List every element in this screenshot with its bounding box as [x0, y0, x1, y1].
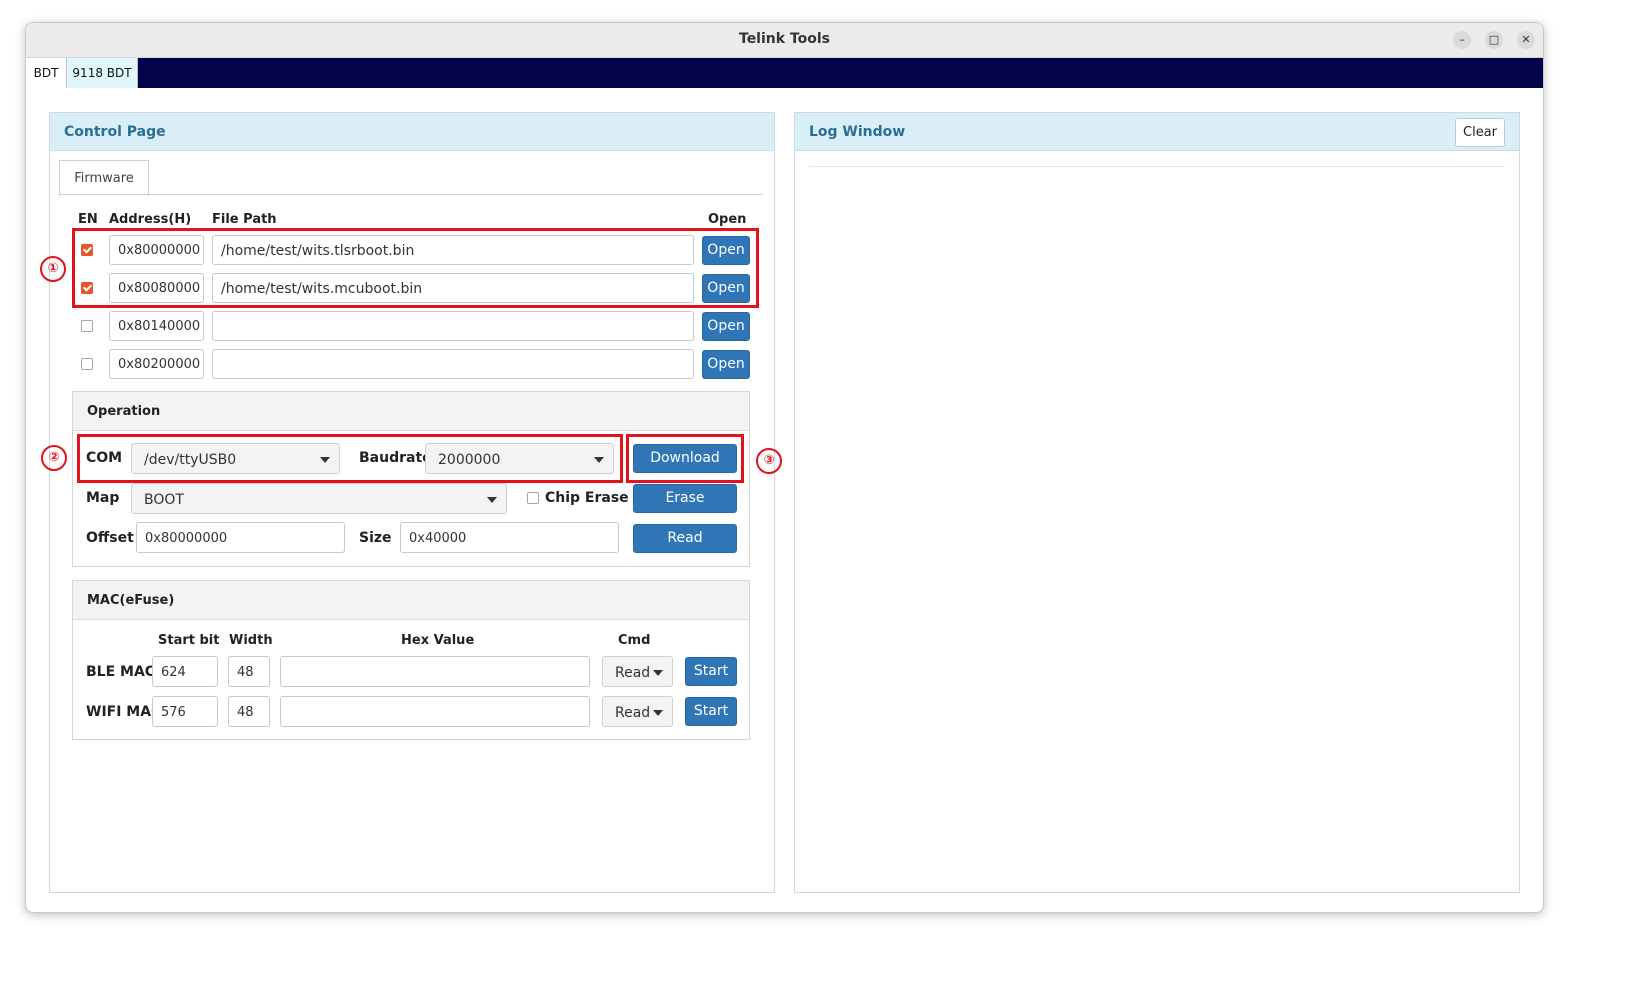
header-en: EN	[78, 212, 98, 227]
wifi-mac-cmd-value: Read	[615, 705, 651, 721]
wifi-mac-hex-input[interactable]	[280, 696, 590, 727]
row4-open-button[interactable]: Open	[702, 350, 750, 379]
row4-enable-checkbox[interactable]	[81, 358, 93, 370]
wifi-mac-cmd-select[interactable]: Read	[602, 696, 673, 727]
chip-erase-checkbox[interactable]	[527, 492, 539, 504]
chevron-down-icon	[653, 670, 663, 676]
log-window-header: Log Window Clear	[795, 113, 1519, 151]
row3-path-input[interactable]	[212, 311, 694, 341]
ble-mac-width-input[interactable]: 48	[228, 656, 270, 687]
header-width: Width	[229, 633, 273, 648]
title-bar: Telink Tools – □ ✕	[26, 23, 1543, 58]
annotation-box-files	[72, 228, 759, 308]
row3-enable-checkbox[interactable]	[81, 320, 93, 332]
offset-input[interactable]: 0x80000000	[136, 522, 345, 553]
map-value: BOOT	[144, 492, 184, 508]
tab-9118-bdt[interactable]: 9118 BDT	[67, 58, 138, 88]
log-window-title: Log Window	[809, 124, 906, 140]
header-open: Open	[708, 212, 747, 227]
annotation-marker-3: ③	[756, 448, 782, 474]
annotation-marker-2: ②	[41, 445, 67, 471]
ble-mac-cmd-select[interactable]: Read	[602, 656, 673, 687]
row4-address-input[interactable]: 0x80200000	[109, 349, 204, 379]
header-address: Address(H)	[109, 212, 192, 227]
ble-mac-cmd-value: Read	[615, 665, 651, 681]
wifi-mac-start-bit-input[interactable]: 576	[152, 696, 218, 727]
row4-path-input[interactable]	[212, 349, 694, 379]
size-label: Size	[359, 530, 392, 546]
subtab-divider	[59, 194, 763, 195]
operation-header: Operation	[73, 392, 749, 431]
tab-firmware[interactable]: Firmware	[59, 160, 149, 196]
chevron-down-icon	[653, 710, 663, 716]
header-start-bit: Start bit	[158, 633, 220, 648]
minimize-icon[interactable]: –	[1453, 31, 1471, 49]
ble-mac-start-bit-input[interactable]: 624	[152, 656, 218, 687]
mac-efuse-header: MAC(eFuse)	[73, 581, 749, 620]
wifi-mac-width-input[interactable]: 48	[228, 696, 270, 727]
mac-efuse-title: MAC(eFuse)	[87, 593, 175, 608]
wifi-mac-label: WIFI MAC	[86, 704, 162, 720]
annotation-box-com-baudrate	[77, 434, 623, 483]
row3-open-button[interactable]: Open	[702, 312, 750, 341]
size-input[interactable]: 0x40000	[400, 522, 619, 553]
log-text-area[interactable]	[809, 167, 1505, 878]
annotation-box-download	[626, 434, 744, 483]
log-window-panel: Log Window Clear	[794, 112, 1520, 893]
offset-label: Offset	[86, 530, 134, 546]
header-hex-value: Hex Value	[401, 633, 475, 648]
header-file-path: File Path	[212, 212, 277, 227]
wifi-mac-start-button[interactable]: Start	[685, 697, 737, 726]
chevron-down-icon	[487, 497, 497, 503]
annotation-marker-1: ①	[40, 256, 66, 282]
chip-erase-label: Chip Erase	[545, 490, 629, 506]
header-cmd: Cmd	[618, 633, 651, 648]
map-label: Map	[86, 490, 120, 506]
control-page-title: Control Page	[64, 124, 166, 140]
erase-button[interactable]: Erase	[633, 484, 737, 513]
operation-title: Operation	[87, 404, 161, 419]
window-title: Telink Tools	[739, 31, 830, 47]
close-icon[interactable]: ✕	[1517, 31, 1535, 49]
maximize-icon[interactable]: □	[1485, 31, 1503, 49]
clear-button[interactable]: Clear	[1455, 118, 1505, 147]
row3-address-input[interactable]: 0x80140000	[109, 311, 204, 341]
map-select[interactable]: BOOT	[131, 483, 507, 514]
ble-mac-label: BLE MAC	[86, 664, 156, 680]
read-button[interactable]: Read	[633, 524, 737, 553]
app-tab-bar: BDT 9118 BDT	[26, 58, 1543, 88]
control-page-header: Control Page	[50, 113, 774, 151]
ble-mac-hex-input[interactable]	[280, 656, 590, 687]
tab-bdt[interactable]: BDT	[26, 58, 67, 88]
ble-mac-start-button[interactable]: Start	[685, 657, 737, 686]
